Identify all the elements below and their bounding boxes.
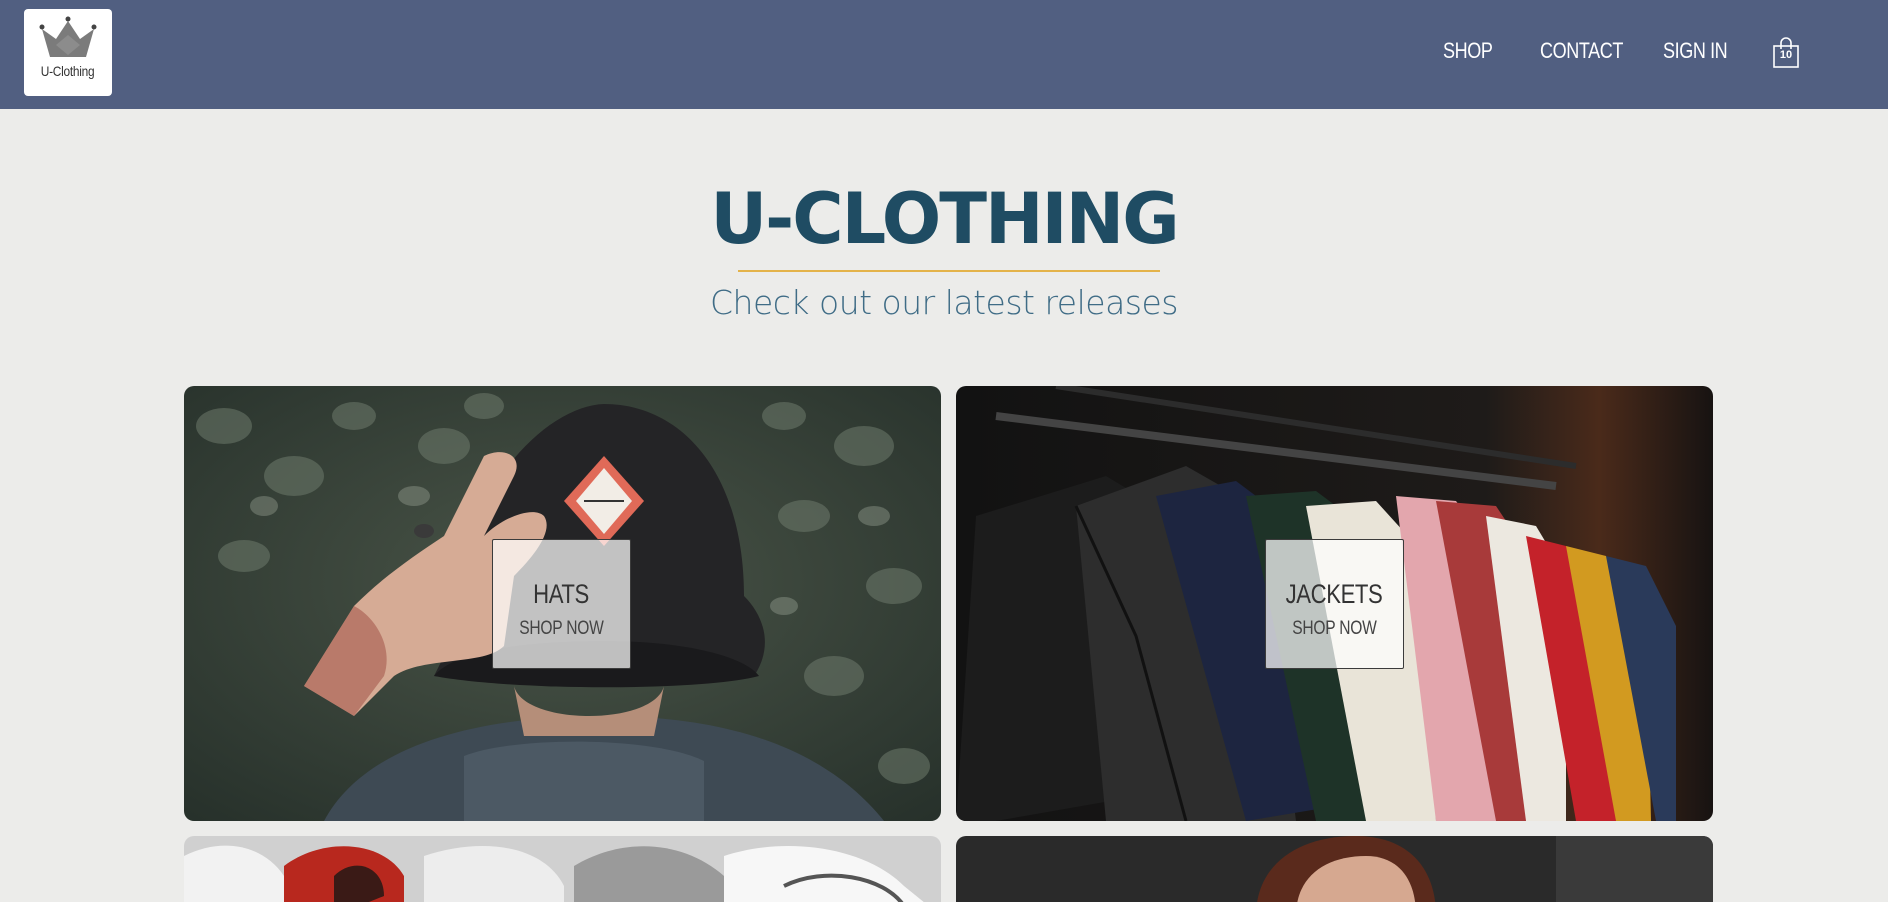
crown-icon: [39, 16, 97, 57]
page-title: U-CLOTHING: [710, 178, 1179, 260]
category-card-hats[interactable]: HATS SHOP NOW: [184, 386, 941, 821]
nav-shop-link[interactable]: SHOP: [1443, 38, 1493, 64]
shop-now-link[interactable]: SHOP NOW: [1292, 618, 1377, 640]
page-subtitle: Check out our latest releases: [710, 283, 1178, 322]
category-card-jackets[interactable]: JACKETS SHOP NOW: [956, 386, 1713, 821]
sneakers-category-image: [184, 836, 941, 902]
nav-sign-in-link[interactable]: SIGN IN: [1663, 38, 1728, 64]
title-divider: [738, 270, 1160, 272]
nav-contact-link[interactable]: CONTACT: [1540, 38, 1623, 64]
cart-count-badge: 10: [1779, 49, 1793, 61]
category-card-womens[interactable]: [956, 836, 1713, 902]
logo-text: U-Clothing: [41, 63, 95, 79]
jackets-category-label[interactable]: JACKETS SHOP NOW: [1265, 539, 1404, 669]
category-title: JACKETS: [1286, 578, 1383, 609]
category-title: HATS: [533, 578, 590, 609]
shop-now-link[interactable]: SHOP NOW: [519, 618, 604, 640]
top-navigation-bar: U-Clothing SHOP CONTACT SIGN IN 10: [0, 0, 1888, 109]
category-card-sneakers[interactable]: [184, 836, 941, 902]
shopping-bag-button[interactable]: 10: [1772, 37, 1800, 69]
womens-category-image: [956, 836, 1713, 902]
logo[interactable]: U-Clothing: [24, 9, 112, 96]
hats-category-label[interactable]: HATS SHOP NOW: [492, 539, 631, 669]
